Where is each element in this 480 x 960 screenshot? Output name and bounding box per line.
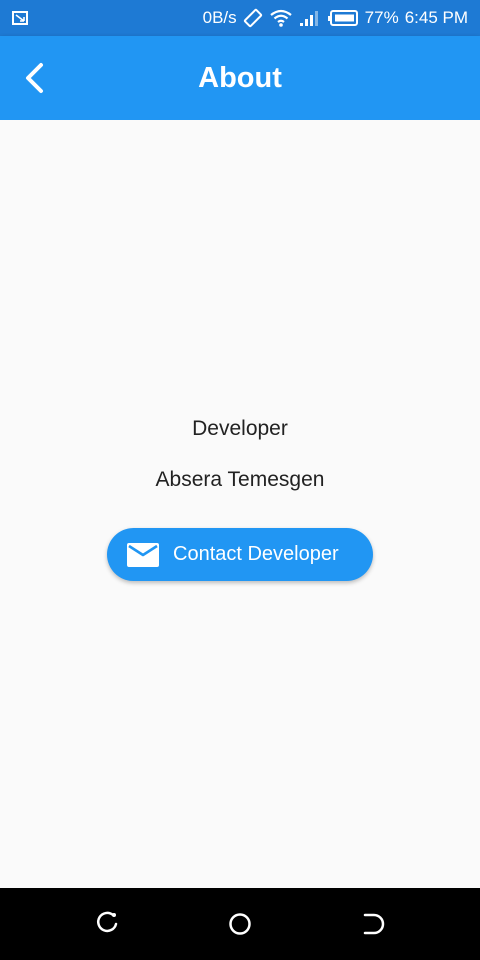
- status-bar: 0B/s 77% 6:45 PM: [0, 0, 480, 36]
- home-icon[interactable]: [226, 910, 254, 938]
- contact-developer-button[interactable]: Contact Developer: [107, 528, 373, 581]
- wifi-icon: [269, 9, 292, 27]
- contact-button-label: Contact Developer: [173, 543, 339, 565]
- about-content: Developer Absera Temesgen Contact Develo…: [0, 120, 480, 888]
- developer-name: Absera Temesgen: [155, 468, 325, 491]
- network-speed: 0B/s: [202, 8, 237, 27]
- clock: 6:45 PM: [404, 8, 468, 27]
- battery-icon: [327, 10, 358, 26]
- battery-percent: 77%: [364, 8, 399, 27]
- signal-icon: [299, 11, 318, 26]
- mail-icon: [127, 542, 159, 567]
- system-nav-bar: [0, 888, 480, 960]
- app-bar: About: [0, 36, 480, 120]
- rotate-icon: [243, 8, 262, 28]
- developer-label: Developer: [192, 417, 288, 440]
- page-title: About: [198, 62, 282, 94]
- back-button[interactable]: [10, 54, 58, 102]
- recents-icon[interactable]: [93, 910, 121, 938]
- chevron-left-icon: [26, 63, 43, 93]
- back-icon[interactable]: [360, 910, 388, 938]
- screen-cast-icon: [12, 11, 28, 25]
